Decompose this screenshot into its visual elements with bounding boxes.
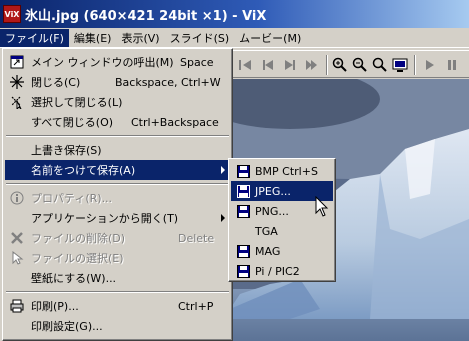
menu-item-save-bmp[interactable]: BMP Ctrl+S <box>231 161 333 181</box>
menu-item-open-with-app[interactable]: アプリケーションから開く(T) <box>5 208 230 228</box>
fullscreen-monitor-icon[interactable] <box>390 55 410 75</box>
save-icon <box>235 163 251 179</box>
printer-icon <box>9 298 25 314</box>
menu-file[interactable]: ファイル(F) <box>0 28 69 47</box>
next-image-icon[interactable] <box>280 55 300 75</box>
vix-app-icon[interactable]: ViX <box>3 5 21 23</box>
save-icon <box>235 203 251 219</box>
info-icon <box>9 190 25 206</box>
menu-item-delete-file[interactable]: ファイルの削除(D) Delete <box>5 228 230 248</box>
submenu-arrow-icon <box>221 166 225 174</box>
menu-view[interactable]: 表示(V) <box>116 29 164 47</box>
zoom-out-icon[interactable] <box>350 55 370 75</box>
menu-item-save-as[interactable]: 名前をつけて保存(A) <box>5 160 230 180</box>
play-icon[interactable] <box>420 55 440 75</box>
menu-movie[interactable]: ムービー(M) <box>234 29 306 47</box>
menu-item-save-pi-pic2[interactable]: Pi / PIC2 <box>231 261 333 281</box>
toolbar-separator <box>414 55 416 75</box>
delete-x-icon <box>9 230 25 246</box>
menu-item-close-all[interactable]: すべて閉じる(O) Ctrl+Backspace <box>5 112 230 132</box>
menu-item-print[interactable]: 印刷(P)... Ctrl+P <box>5 296 230 316</box>
select-close-icon <box>9 94 25 110</box>
menu-slide[interactable]: スライド(S) <box>165 29 235 47</box>
mouse-cursor-icon <box>315 196 329 217</box>
menu-item-properties[interactable]: プロパティ(R)... <box>5 188 230 208</box>
toolbar <box>230 50 469 78</box>
menu-item-set-wallpaper[interactable]: 壁紙にする(W)... <box>5 268 230 288</box>
menu-separator <box>6 135 229 137</box>
menu-item-save-tga[interactable]: TGA <box>231 221 333 241</box>
main-window-icon <box>9 54 25 70</box>
select-file-icon <box>9 250 25 266</box>
window-title: 氷山.jpg (640×421 24bit ×1) - ViX <box>25 8 267 24</box>
save-icon <box>235 243 251 259</box>
first-image-icon[interactable] <box>236 55 256 75</box>
close-sparkle-icon <box>9 74 25 90</box>
menu-item-print-settings[interactable]: 印刷設定(G)... <box>5 316 230 336</box>
title-bar[interactable]: ViX 氷山.jpg (640×421 24bit ×1) - ViX <box>0 0 469 28</box>
menu-item-overwrite-save[interactable]: 上書き保存(S) <box>5 140 230 160</box>
save-icon <box>235 263 251 279</box>
menu-item-close[interactable]: 閉じる(C) Backspace, Ctrl+W <box>5 72 230 92</box>
submenu-arrow-icon <box>221 214 225 222</box>
zoom-in-icon[interactable] <box>330 55 350 75</box>
menu-item-main-window[interactable]: メイン ウィンドウの呼出(M) Space <box>5 52 230 72</box>
menu-item-save-mag[interactable]: MAG <box>231 241 333 261</box>
last-image-icon[interactable] <box>302 55 322 75</box>
menu-item-select-file[interactable]: ファイルの選択(E) <box>5 248 230 268</box>
toolbar-separator <box>326 55 328 75</box>
prev-image-icon[interactable] <box>258 55 278 75</box>
menu-bar: ファイル(F) 編集(E) 表示(V) スライド(S) ムービー(M) <box>0 28 469 48</box>
zoom-fit-icon[interactable] <box>370 55 390 75</box>
menu-separator <box>6 291 229 293</box>
pause-icon[interactable] <box>442 55 462 75</box>
file-menu: メイン ウィンドウの呼出(M) Space 閉じる(C) Backspace, … <box>2 48 233 341</box>
menu-edit[interactable]: 編集(E) <box>69 29 117 47</box>
menu-separator <box>6 183 229 185</box>
save-icon <box>235 183 251 199</box>
menu-item-select-close[interactable]: 選択して閉じる(L) <box>5 92 230 112</box>
save-as-submenu: BMP Ctrl+S JPEG... PNG... TGA MAG Pi / P… <box>228 158 336 282</box>
